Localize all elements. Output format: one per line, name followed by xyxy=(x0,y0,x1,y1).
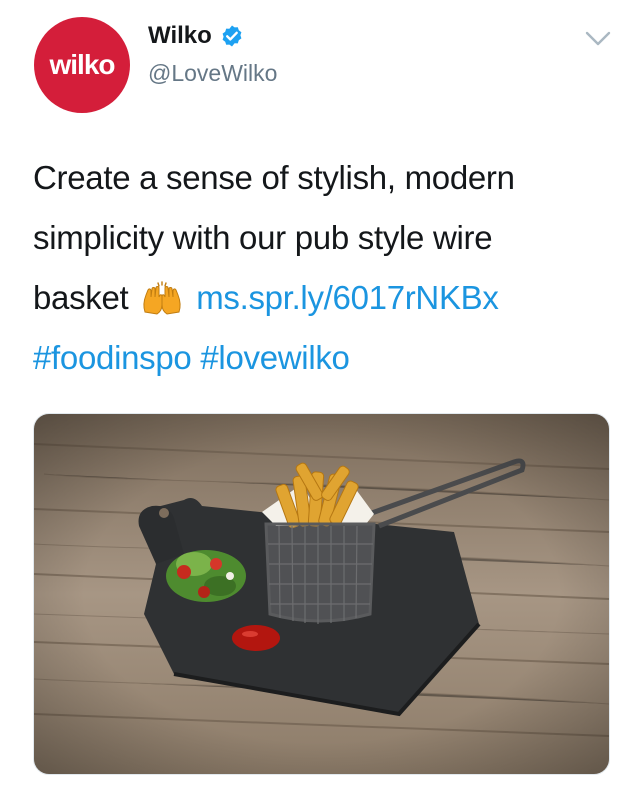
tweet-text-line: Create a sense of stylish, modern xyxy=(33,159,515,196)
author-name-row[interactable]: Wilko xyxy=(148,22,244,50)
tweet-link[interactable]: ms.spr.ly/6017rNKBx xyxy=(196,279,499,316)
hashtag-lovewilko[interactable]: #lovewilko xyxy=(200,339,350,376)
tweet-hashtag-line: #foodinspo #lovewilko xyxy=(33,328,613,388)
product-photo xyxy=(34,414,609,774)
tweet-text-fragment: basket xyxy=(33,279,129,316)
hashtag-foodinspo[interactable]: #foodinspo xyxy=(33,339,192,376)
author-display-name[interactable]: Wilko xyxy=(148,22,212,50)
tweet-media-photo[interactable] xyxy=(33,413,610,775)
chevron-down-icon[interactable] xyxy=(585,30,611,48)
raising-hands-emoji xyxy=(143,281,181,315)
tweet-text-line: basket ms.spr.ly/6017rNKBx xyxy=(33,268,613,328)
verified-badge-icon xyxy=(222,25,242,47)
tweet-text: Create a sense of stylish, modern simpli… xyxy=(33,148,613,388)
avatar[interactable]: wilko xyxy=(34,17,130,113)
author-handle[interactable]: @LoveWilko xyxy=(148,60,277,87)
avatar-logo-text: wilko xyxy=(49,49,115,80)
tweet-text-line: simplicity with our pub style wire xyxy=(33,219,493,256)
